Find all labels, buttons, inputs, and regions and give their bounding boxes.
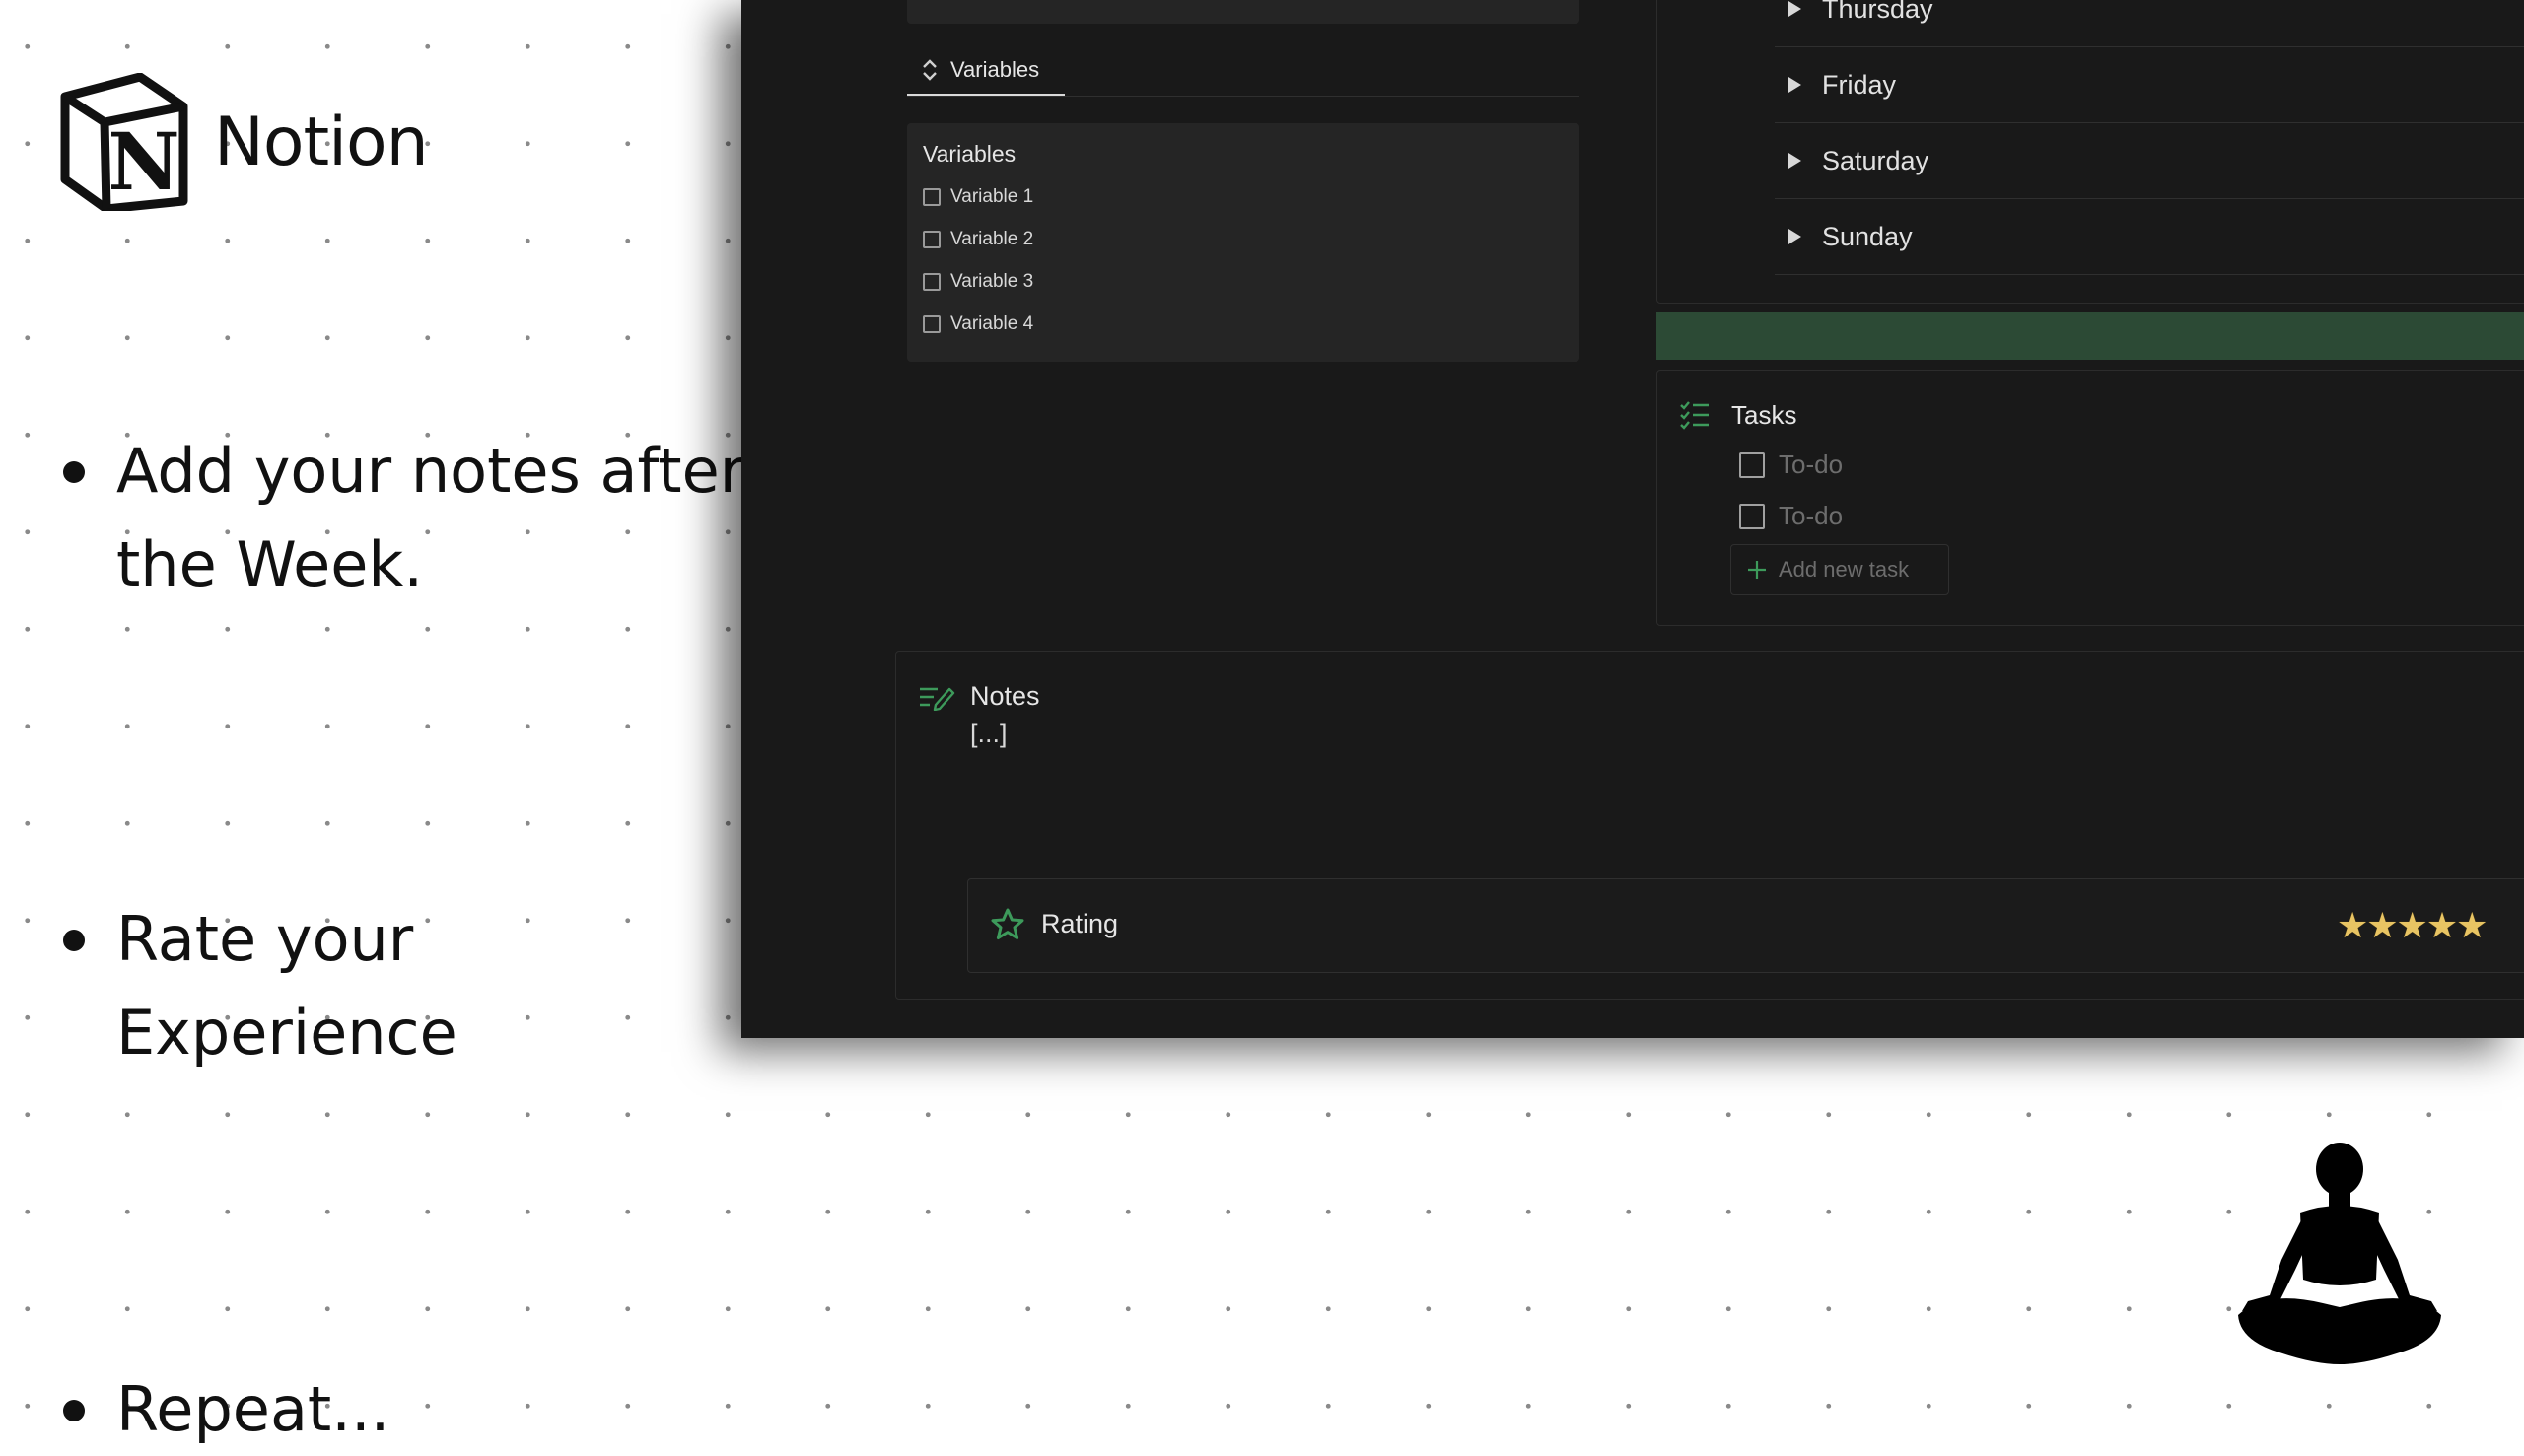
tab-divider xyxy=(907,96,1579,97)
toggle-saturday[interactable]: Saturday xyxy=(1775,123,2524,199)
bullet-repeat: Repeat... xyxy=(55,1362,747,1456)
toggle-triangle-icon xyxy=(1788,229,1801,244)
brand-name: Notion xyxy=(214,103,429,181)
notes-body[interactable]: [...] xyxy=(970,719,1008,749)
checklist-icon xyxy=(1680,401,1709,430)
task-item[interactable]: To-do xyxy=(1739,450,1843,480)
tasks-block: Tasks To-do To-do Add new task xyxy=(1656,370,2524,626)
chevron-up-down-icon xyxy=(923,58,937,81)
add-new-task-button[interactable]: Add new task xyxy=(1730,544,1949,595)
rating-label: Rating xyxy=(1041,909,1119,938)
variable-item[interactable]: Variable 4 xyxy=(923,313,1033,335)
rating-row: Rating ★★★★★ xyxy=(967,878,2524,973)
green-divider-bar xyxy=(1656,312,2524,360)
variables-title: Variables xyxy=(923,141,1017,167)
notion-app-window: Variables Variables Variable 1 Variable … xyxy=(741,0,2524,1038)
svg-text:N: N xyxy=(107,115,179,208)
tab-variables[interactable]: Variables xyxy=(907,45,1065,97)
edit-lines-icon xyxy=(920,687,955,711)
notion-logo-icon: N xyxy=(60,73,188,211)
variable-item[interactable]: Variable 1 xyxy=(923,186,1033,208)
checkbox[interactable] xyxy=(1739,503,1765,529)
toggle-triangle-icon xyxy=(1788,77,1801,93)
checkbox[interactable] xyxy=(923,315,941,333)
rating-stars[interactable]: ★★★★★ xyxy=(2337,905,2488,946)
feature-list: Add your notes after the Week. Rate your… xyxy=(55,424,747,1445)
toggle-triangle-icon xyxy=(1788,1,1801,17)
task-item[interactable]: To-do xyxy=(1739,501,1843,531)
property-panel xyxy=(907,0,1579,24)
toggle-thursday[interactable]: Thursday xyxy=(1775,0,2524,47)
week-days-list: Thursday Friday Saturday Sunday xyxy=(1656,0,2524,304)
notes-title: Notes xyxy=(970,681,1040,711)
variable-item[interactable]: Variable 2 xyxy=(923,229,1033,250)
toggle-sunday[interactable]: Sunday xyxy=(1775,199,2524,275)
variables-box: Variables Variable 1 Variable 2 Variable… xyxy=(907,123,1579,362)
meditation-figure-icon xyxy=(2238,1143,2441,1364)
toggle-triangle-icon xyxy=(1788,153,1801,169)
checkbox[interactable] xyxy=(923,231,941,248)
notion-logo: N Notion xyxy=(57,73,429,211)
toggle-friday[interactable]: Friday xyxy=(1775,47,2524,123)
tasks-title: Tasks xyxy=(1731,400,1797,430)
checkbox[interactable] xyxy=(1739,451,1765,478)
notes-block: Notes [...] Rating ★★★★★ xyxy=(895,651,2524,1000)
variable-item[interactable]: Variable 3 xyxy=(923,271,1033,293)
checkbox[interactable] xyxy=(923,273,941,291)
checkbox[interactable] xyxy=(923,188,941,206)
tab-label: Variables xyxy=(950,56,1040,82)
star-outline-icon xyxy=(991,908,1024,939)
plus-icon xyxy=(1748,561,1766,579)
bullet-rate-experience: Rate your Experience xyxy=(55,892,747,1079)
bullet-add-notes: Add your notes after the Week. xyxy=(55,424,747,611)
